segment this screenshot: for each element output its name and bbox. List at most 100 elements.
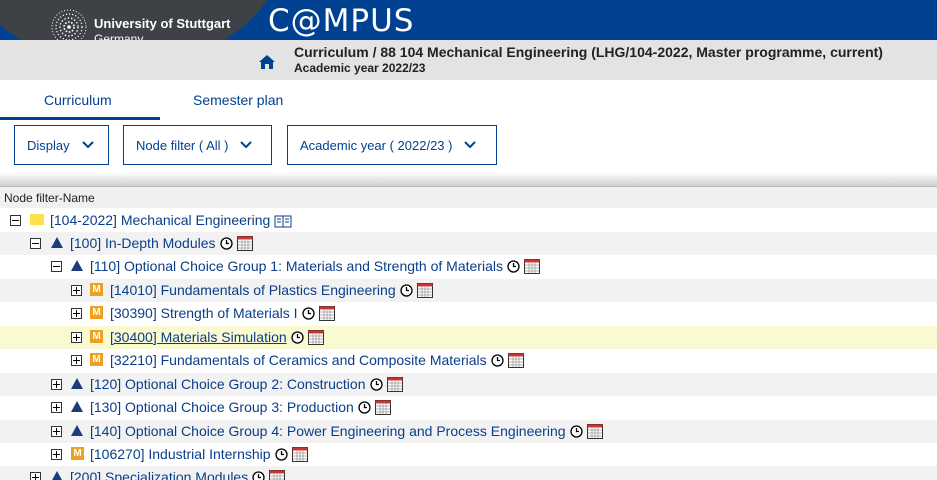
- tree-node-label: [120] Optional Choice Group 2: Construct…: [90, 376, 366, 392]
- clock-icon[interactable]: [274, 447, 288, 461]
- display-dropdown[interactable]: Display: [14, 125, 109, 165]
- academic-year-dropdown[interactable]: Academic year ( 2022/23 ): [287, 125, 497, 165]
- tree-node-label: [14010] Fundamentals of Plastics Enginee…: [110, 282, 396, 298]
- expand-toggle[interactable]: [51, 379, 62, 390]
- tree-node-label: [32210] Fundamentals of Ceramics and Com…: [110, 352, 487, 368]
- clock-icon[interactable]: [507, 259, 520, 273]
- clock-icon[interactable]: [301, 306, 315, 320]
- university-name: University of Stuttgart: [94, 16, 231, 31]
- tree-node-label: [100] In-Depth Modules: [70, 235, 216, 251]
- tree-row: [200] Specialization Modules: [0, 466, 937, 480]
- group-triangle-icon: [71, 378, 83, 389]
- expand-toggle[interactable]: [51, 426, 62, 437]
- collapse-toggle[interactable]: [10, 215, 21, 226]
- tree-row: [120] Optional Choice Group 2: Construct…: [0, 373, 937, 396]
- breadcrumb-title: Curriculum / 88 104 Mechanical Engineeri…: [294, 44, 883, 60]
- tree-row: [130] Optional Choice Group 3: Productio…: [0, 396, 937, 419]
- group-triangle-icon: [71, 425, 83, 436]
- calendar-icon[interactable]: [374, 399, 391, 415]
- module-badge-icon: M: [90, 353, 103, 366]
- clock-icon[interactable]: [490, 353, 504, 367]
- tree-node-link[interactable]: [30390] Strength of Materials I: [110, 305, 335, 321]
- tree-node-link[interactable]: [30400] Materials Simulation: [110, 329, 324, 345]
- expand-toggle[interactable]: [51, 402, 62, 413]
- expand-toggle[interactable]: [30, 472, 41, 480]
- tree-column-header: Node filter-Name: [0, 186, 937, 208]
- clock-icon[interactable]: [399, 283, 413, 297]
- chevron-down-icon: [464, 141, 477, 149]
- clock-icon[interactable]: [569, 424, 583, 438]
- breadcrumb-subtitle: Academic year 2022/23: [294, 61, 426, 75]
- expand-toggle[interactable]: [71, 332, 82, 343]
- node-filter-label: Node filter ( All ): [136, 137, 229, 153]
- calendar-icon[interactable]: [291, 446, 308, 462]
- expand-toggle[interactable]: [71, 285, 82, 296]
- chevron-down-icon: [240, 141, 253, 149]
- tree-node-label: [104-2022] Mechanical Engineering: [50, 212, 271, 228]
- display-dropdown-label: Display: [27, 137, 70, 153]
- tree-row: M [32210] Fundamentals of Ceramics and C…: [0, 349, 937, 372]
- module-badge-icon: M: [90, 330, 103, 343]
- tree-node-label: [110] Optional Choice Group 1: Materials…: [90, 258, 503, 274]
- expand-toggle[interactable]: [71, 355, 82, 366]
- tree-node-label: [106270] Industrial Internship: [90, 446, 271, 462]
- tab-semester-plan[interactable]: Semester plan: [193, 92, 283, 108]
- tab-bar: Curriculum Semester plan: [0, 80, 937, 120]
- tree-node-link[interactable]: [130] Optional Choice Group 3: Productio…: [90, 399, 391, 415]
- module-badge-icon: M: [90, 283, 103, 296]
- tab-curriculum[interactable]: Curriculum: [44, 92, 112, 108]
- calendar-icon[interactable]: [523, 258, 540, 274]
- tree-node-label: [140] Optional Choice Group 4: Power Eng…: [90, 423, 566, 439]
- tree-node-link[interactable]: [104-2022] Mechanical Engineering: [50, 212, 292, 228]
- collapse-toggle[interactable]: [30, 238, 41, 249]
- calendar-icon[interactable]: [236, 235, 253, 251]
- calendar-icon[interactable]: [386, 376, 403, 392]
- calendar-icon[interactable]: [416, 282, 433, 298]
- folder-icon: [30, 214, 44, 225]
- tree-node-link[interactable]: [32210] Fundamentals of Ceramics and Com…: [110, 352, 524, 368]
- tree-row: M [30390] Strength of Materials I: [0, 302, 937, 325]
- group-triangle-icon: [71, 260, 83, 271]
- tree-node-label: [200] Specialization Modules: [70, 469, 249, 480]
- tree-node-link[interactable]: [106270] Industrial Internship: [90, 446, 308, 462]
- tree-node-label: [30400] Materials Simulation: [110, 329, 287, 345]
- group-triangle-icon: [71, 401, 83, 412]
- tree-row-highlighted: M [30400] Materials Simulation: [0, 326, 937, 349]
- clock-icon[interactable]: [291, 330, 304, 344]
- tree-node-link[interactable]: [140] Optional Choice Group 4: Power Eng…: [90, 423, 603, 439]
- calendar-icon[interactable]: [507, 352, 524, 368]
- tree-node-link[interactable]: [110] Optional Choice Group 1: Materials…: [90, 258, 540, 274]
- tree-node-link[interactable]: [100] In-Depth Modules: [70, 235, 253, 251]
- app-title[interactable]: C@MPUS: [268, 3, 414, 39]
- section-divider: [0, 172, 937, 186]
- home-icon[interactable]: [258, 54, 276, 70]
- tree-row: M [106270] Industrial Internship: [0, 443, 937, 466]
- collapse-toggle[interactable]: [51, 261, 62, 272]
- expand-toggle[interactable]: [71, 308, 82, 319]
- group-triangle-icon: [51, 237, 63, 248]
- clock-icon[interactable]: [219, 236, 233, 250]
- node-filter-dropdown[interactable]: Node filter ( All ): [123, 125, 272, 165]
- tree-row: [100] In-Depth Modules: [0, 232, 937, 255]
- module-badge-icon: M: [90, 306, 103, 319]
- expand-toggle[interactable]: [51, 449, 62, 460]
- chevron-down-icon: [81, 141, 94, 149]
- calendar-icon[interactable]: [318, 305, 335, 321]
- tree-node-link[interactable]: [14010] Fundamentals of Plastics Enginee…: [110, 282, 433, 298]
- calendar-icon[interactable]: [586, 423, 603, 439]
- clock-icon[interactable]: [369, 377, 383, 391]
- tree-row: M [14010] Fundamentals of Plastics Engin…: [0, 279, 937, 302]
- filter-bar: Display Node filter ( All ) Academic yea…: [0, 120, 937, 172]
- calendar-icon[interactable]: [269, 469, 286, 480]
- clock-icon[interactable]: [252, 470, 265, 480]
- tree-row: [104-2022] Mechanical Engineering: [0, 209, 937, 232]
- book-icon[interactable]: [274, 213, 292, 228]
- tree-node-label: [130] Optional Choice Group 3: Productio…: [90, 399, 354, 415]
- academic-year-label: Academic year ( 2022/23 ): [300, 137, 453, 153]
- tree-node-link[interactable]: [200] Specialization Modules: [70, 469, 286, 480]
- tree-node-link[interactable]: [120] Optional Choice Group 2: Construct…: [90, 376, 403, 392]
- tree-row: [140] Optional Choice Group 4: Power Eng…: [0, 420, 937, 443]
- clock-icon[interactable]: [358, 400, 371, 414]
- calendar-icon[interactable]: [307, 329, 324, 345]
- module-badge-icon: M: [71, 447, 84, 460]
